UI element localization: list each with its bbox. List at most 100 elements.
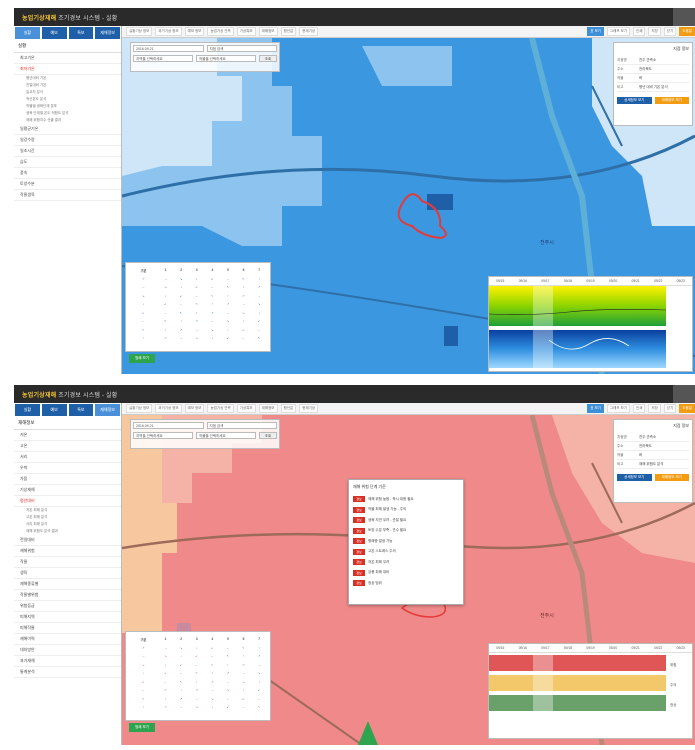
toolbar-action-button[interactable]: 닫기 bbox=[663, 27, 677, 36]
date-select[interactable]: 2016.09.21 bbox=[133, 45, 204, 52]
popup-item[interactable]: 경보 강풍 피해 대비 bbox=[353, 568, 459, 579]
sidebar-item[interactable]: 일강수량 bbox=[14, 135, 121, 146]
toolbar-button[interactable]: 예보 정보 bbox=[184, 404, 205, 413]
popup-item[interactable]: 경보 저온 피해 우려 bbox=[353, 557, 459, 568]
toolbar-button[interactable]: 평년값 bbox=[280, 404, 297, 413]
sidebar-item[interactable]: 과거재해 bbox=[14, 656, 121, 667]
sidebar-item[interactable]: 작물별위험 bbox=[14, 590, 121, 601]
search-button[interactable]: 조회 bbox=[259, 55, 277, 62]
sidebar-item[interactable]: 서리 bbox=[14, 452, 121, 463]
toolbar-action-button[interactable]: 인쇄 bbox=[632, 404, 646, 413]
popup-item[interactable]: 경보 생육 지연 우려 - 관찰 필요 bbox=[353, 515, 459, 526]
sidebar-subitem[interactable]: 서리 피해 분석 bbox=[14, 521, 121, 528]
sidebar-subitem[interactable]: 일교차 분석 bbox=[14, 89, 121, 96]
toolbar-button[interactable]: 과거기상 정보 bbox=[155, 27, 182, 36]
toolbar-button[interactable]: 농업기상 관측 bbox=[207, 404, 234, 413]
toolbar-button[interactable]: 기상특보 bbox=[236, 404, 256, 413]
sidebar-item[interactable]: 고온 bbox=[14, 441, 121, 452]
map-view[interactable]: 전주시 실황기상 정보 과거기상 정보 예보 정보 농업기상 관측 기상특보 재해정보 평년… bbox=[122, 26, 695, 374]
disaster-info-button[interactable]: 재해정보 보기 bbox=[654, 474, 689, 481]
sidebar-subitem[interactable]: 생육 단계별 온도 적합도 분석 bbox=[14, 110, 121, 117]
sidebar-item[interactable]: 일조시간 bbox=[14, 146, 121, 157]
tab-realtime[interactable]: 실황 bbox=[15, 404, 40, 416]
toolbar-button[interactable]: 재해정보 bbox=[258, 27, 278, 36]
sidebar-item[interactable]: 기상재해 bbox=[14, 485, 121, 496]
tab-warning[interactable]: 특보 bbox=[68, 404, 94, 416]
toolbar-action-button[interactable]: 그래프 보기 bbox=[606, 27, 630, 36]
sidebar-item[interactable]: 피해지역 bbox=[14, 612, 121, 623]
popup-item[interactable]: 경보 재해 위험 높음 - 즉시 대응 필요 bbox=[353, 494, 459, 505]
toolbar-button[interactable]: 현재기상 bbox=[299, 404, 319, 413]
toolbar-action-button[interactable]: 닫기 bbox=[663, 404, 677, 413]
sidebar-subitem[interactable]: 저온 피해 분석 bbox=[14, 507, 121, 514]
region-select[interactable]: 지역을 선택하세요 bbox=[133, 432, 193, 439]
tab-disaster[interactable]: 재해정보 bbox=[95, 27, 120, 39]
tab-realtime[interactable]: 실황 bbox=[15, 27, 40, 39]
detail-button[interactable]: 상세정보 보기 bbox=[617, 97, 652, 104]
toolbar-action-button[interactable]: 표 보기 bbox=[587, 404, 604, 413]
window-controls[interactable] bbox=[673, 385, 695, 403]
sidebar-item[interactable]: 재해위험 bbox=[14, 546, 121, 557]
popup-item[interactable]: 경보 작물 피해 발생 가능 - 주의 bbox=[353, 505, 459, 516]
toolbar-button[interactable]: 과거기상 정보 bbox=[155, 404, 182, 413]
popup-item[interactable]: 경보 고온 스트레스 주의 bbox=[353, 547, 459, 558]
toolbar-action-button[interactable]: 도움말 bbox=[679, 404, 695, 413]
tab-warning[interactable]: 특보 bbox=[68, 27, 94, 39]
toolbar-action-button[interactable]: 그래프 보기 bbox=[606, 404, 630, 413]
sidebar-item[interactable]: 재해이력 bbox=[14, 634, 121, 645]
sidebar-subitem[interactable]: 재해 위험지수 산출 결과 bbox=[14, 117, 121, 124]
toolbar-action-button[interactable]: 도움말 bbox=[679, 27, 695, 36]
search-button[interactable]: 조회 bbox=[259, 432, 277, 439]
toolbar-action-button[interactable]: 저장 bbox=[648, 27, 661, 36]
sidebar-item[interactable]: 피해작물 bbox=[14, 623, 121, 634]
date-select[interactable]: 2016.09.21 bbox=[133, 422, 204, 429]
legend-button[interactable]: 범례 보기 bbox=[129, 723, 155, 732]
sidebar-item[interactable]: 전일대비 bbox=[14, 535, 121, 546]
sidebar-item[interactable]: 작물 bbox=[14, 557, 121, 568]
toolbar-button[interactable]: 실황기상 정보 bbox=[126, 27, 153, 36]
popup-item[interactable]: 경보 정상 범위 bbox=[353, 578, 459, 589]
sidebar-item[interactable]: 가뭄 bbox=[14, 474, 121, 485]
sidebar-subitem[interactable]: 적산온도 분석 bbox=[14, 96, 121, 103]
sidebar-item[interactable]: 일평균기온 bbox=[14, 124, 121, 135]
toolbar-button[interactable]: 평년값 bbox=[280, 27, 297, 36]
crop-select[interactable]: 작물을 선택하세요 bbox=[196, 432, 256, 439]
popup-item[interactable]: 경보 토양 수분 부족 - 관수 필요 bbox=[353, 526, 459, 537]
toolbar-action-button[interactable]: 표 보기 bbox=[587, 27, 604, 36]
toolbar-button[interactable]: 기상특보 bbox=[236, 27, 256, 36]
sidebar-item[interactable]: 습도 bbox=[14, 157, 121, 168]
sidebar-item[interactable]: 저온 bbox=[14, 430, 121, 441]
station-search-button[interactable]: 지점 검색 bbox=[206, 422, 277, 429]
detail-button[interactable]: 상세정보 보기 bbox=[617, 474, 652, 481]
map-view[interactable]: 전주시 실황기상 정보 과거기상 정보 예보 정보 농업기상 관측 기상특보 재해정보 평년… bbox=[122, 403, 695, 745]
toolbar-button[interactable]: 예보 정보 bbox=[184, 27, 205, 36]
sidebar-subitem[interactable]: 작물별 생육단계 분포 bbox=[14, 103, 121, 110]
tab-disaster[interactable]: 재해정보 bbox=[95, 404, 120, 416]
sidebar-item[interactable]: 최고기온 bbox=[14, 53, 121, 64]
sidebar-subitem[interactable]: 재해 위험도 분석 결과 bbox=[14, 528, 121, 535]
toolbar-button[interactable]: 실황기상 정보 bbox=[126, 404, 153, 413]
legend-button[interactable]: 범례 보기 bbox=[129, 354, 155, 363]
disaster-info-button[interactable]: 재해정보 보기 bbox=[654, 97, 689, 104]
sidebar-item[interactable]: 대처방안 bbox=[14, 645, 121, 656]
toolbar-action-button[interactable]: 저장 bbox=[648, 404, 661, 413]
region-select[interactable]: 지역을 선택하세요 bbox=[133, 55, 193, 62]
sidebar-item[interactable]: 작물생육 bbox=[14, 190, 121, 201]
toolbar-button[interactable]: 재해정보 bbox=[258, 404, 278, 413]
sidebar-item[interactable]: 우박 bbox=[14, 463, 121, 474]
sidebar-subitem[interactable]: 평년대비 기온 bbox=[14, 75, 121, 82]
sidebar-subitem[interactable]: 고온 피해 분석 bbox=[14, 514, 121, 521]
tab-forecast[interactable]: 예보 bbox=[41, 404, 67, 416]
toolbar-button[interactable]: 농업기상 관측 bbox=[207, 27, 234, 36]
crop-select[interactable]: 작물을 선택하세요 bbox=[196, 55, 256, 62]
popup-item[interactable]: 경보 병해충 발생 가능 bbox=[353, 536, 459, 547]
sidebar-item[interactable]: 풍속 bbox=[14, 168, 121, 179]
sidebar-item[interactable]: 생육 bbox=[14, 568, 121, 579]
sidebar-item[interactable]: 토양수분 bbox=[14, 179, 121, 190]
toolbar-button[interactable]: 현재기상 bbox=[299, 27, 319, 36]
sidebar-subitem[interactable]: 전일대비 기온 bbox=[14, 82, 121, 89]
sidebar-item[interactable]: 위험등급 bbox=[14, 601, 121, 612]
sidebar-item[interactable]: 평년대비 bbox=[14, 496, 121, 507]
window-controls[interactable] bbox=[673, 8, 695, 26]
station-search-button[interactable]: 지점 검색 bbox=[206, 45, 277, 52]
